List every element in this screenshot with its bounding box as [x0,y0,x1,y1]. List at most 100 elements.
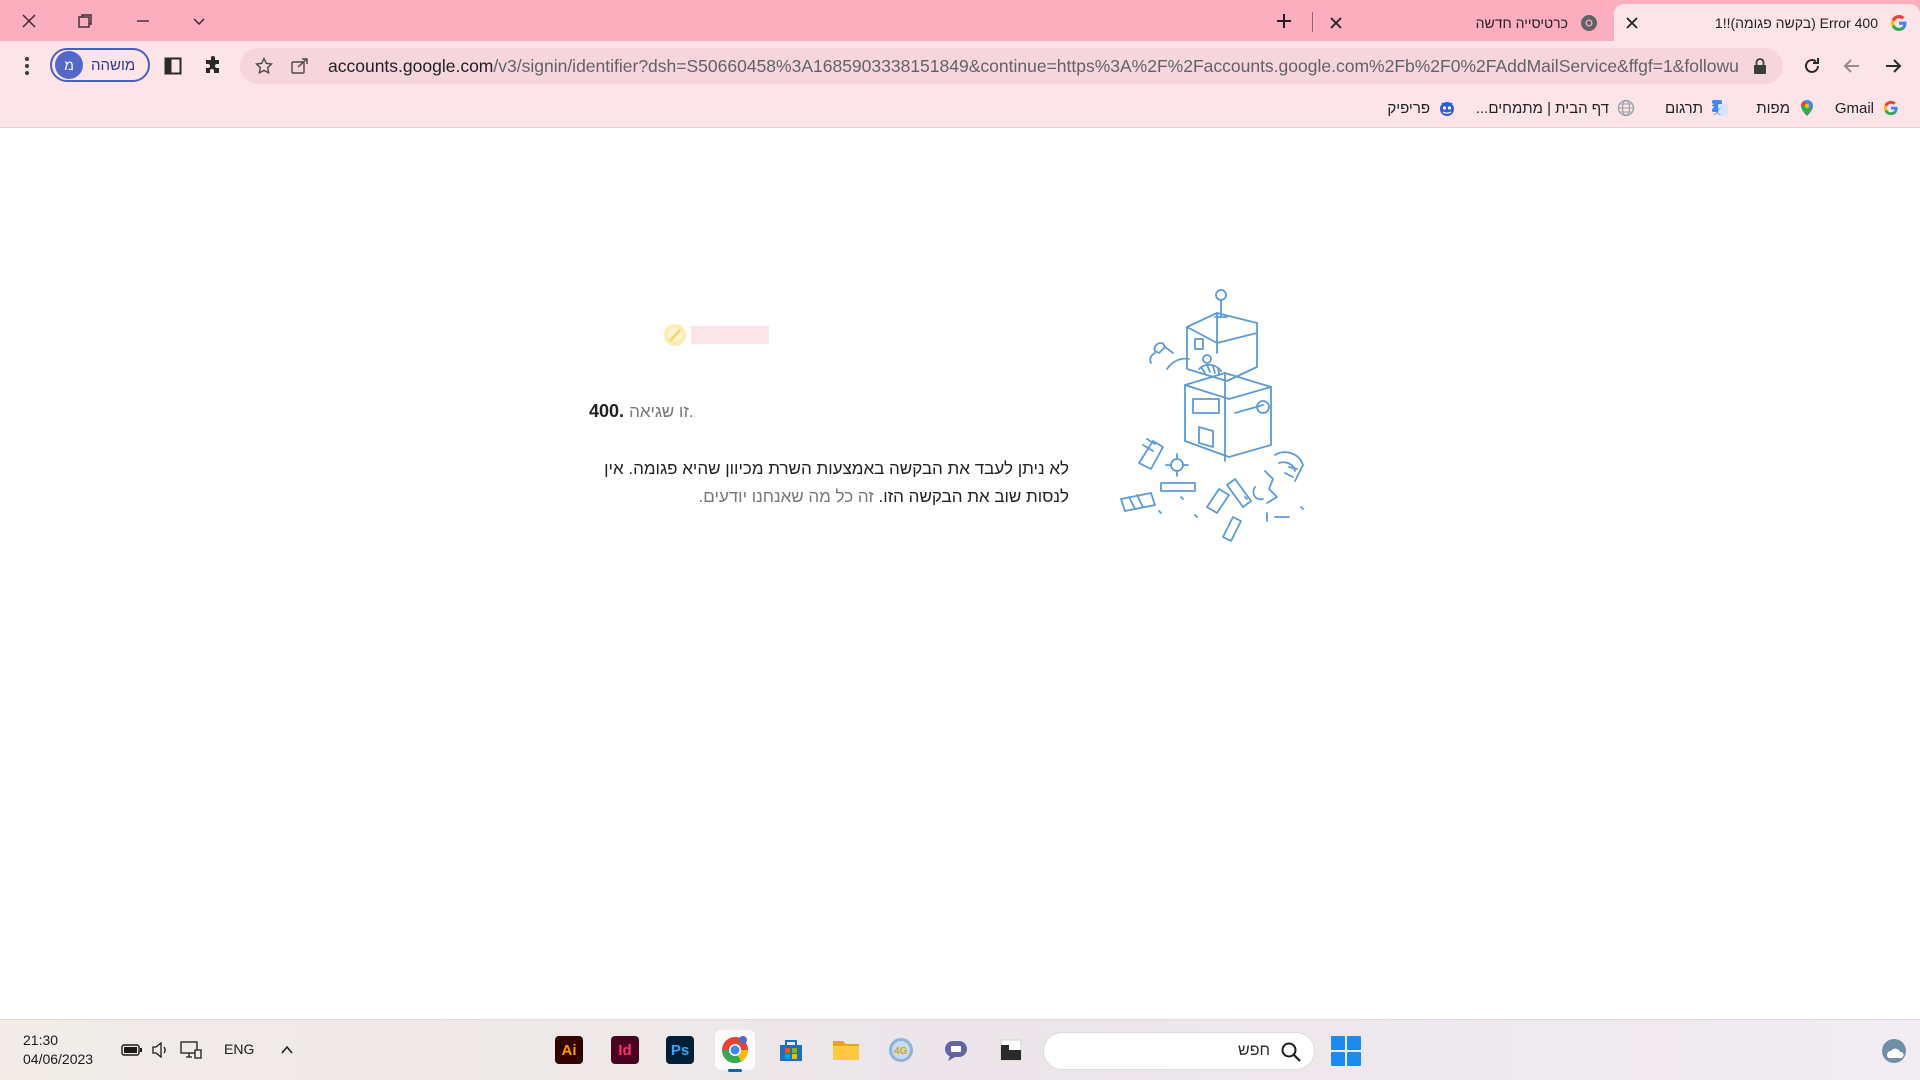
chevron-down-icon [193,17,205,25]
taskbar-app-4g[interactable]: 4G [881,1030,921,1070]
close-tab-icon[interactable] [1326,13,1346,33]
start-tile [1347,1036,1361,1050]
folder-icon [833,1041,859,1060]
error-message-muted: זה כל מה שאנחנו יודעים. [698,487,874,506]
photoshop-icon: Ps [666,1036,694,1064]
bookmark-label: Gmail [1834,99,1874,117]
new-tab-button[interactable] [1259,0,1309,41]
svg-text:4G: 4G [894,1046,908,1057]
chevron-up-icon [281,1045,293,1054]
translate-icon: G文 [1711,99,1729,117]
profile-chip[interactable]: מ מושהה [50,48,150,82]
url-host: accounts.google.com [328,56,494,76]
error-label: זו שגיאה. [629,402,694,421]
taskbar-app-window[interactable] [991,1030,1031,1070]
close-window-button[interactable] [4,0,54,41]
share-icon[interactable] [290,56,310,76]
url-text: accounts.google.com/v3/signin/identifier… [328,56,1738,77]
chrome-icon [721,1036,749,1064]
extensions-button[interactable] [196,49,230,83]
error-message: לא ניתן לעבד את הבקשה באמצעות השרת מכיוו… [589,455,1069,511]
window-app-icon [1000,1039,1022,1061]
google-icon [1882,99,1900,117]
taskbar-app-file-explorer[interactable] [826,1030,866,1070]
tab-strip: כרטיסייה חדשה Error 400 (בקשה פגומה)!!1 [0,0,1920,41]
system-clock[interactable]: 21:30 04/06/2023 [23,1031,93,1069]
tab-error-400[interactable]: Error 400 (בקשה פגומה)!!1 [1614,4,1920,41]
network-icon[interactable] [179,1038,203,1062]
close-icon [22,13,36,28]
bookmark-label: תרגום [1664,99,1703,117]
chrome-menu-button[interactable] [10,49,44,83]
address-bar[interactable]: accounts.google.com/v3/signin/identifier… [240,48,1783,84]
freepik-icon [1438,99,1456,117]
app-label: Id [618,1041,632,1059]
reload-button[interactable] [1795,49,1829,83]
minimize-icon [137,19,149,22]
search-placeholder: חפש [1238,1042,1270,1059]
taskbar-app-illustrator[interactable]: Ai [549,1030,589,1070]
url-path: /v3/signin/identifier?dsh=S50660458%3A16… [493,56,1738,76]
bookmark-star-icon[interactable] [254,56,274,76]
side-panel-button[interactable] [156,49,190,83]
maps-icon [1798,99,1816,117]
restore-window-button[interactable] [60,0,110,41]
taskbar-app-teams[interactable] [936,1030,976,1070]
tab-separator [1312,12,1313,32]
battery-icon[interactable] [120,1038,144,1062]
error-heading: 400. זו שגיאה. [589,401,694,422]
close-tab-icon[interactable] [1622,13,1642,33]
bookmarks-bar: Gmail מפות G文 תרגום דף הבית | מתמחים... … [0,89,1920,128]
tab-title: Error 400 (בקשה פגומה)!!1 [1714,14,1878,31]
app-label: Ps [670,1041,690,1059]
app-label: Ai [561,1041,577,1059]
chat-icon [945,1041,967,1061]
taskbar-app-store[interactable] [771,1030,811,1070]
svg-text:文: 文 [1713,106,1721,116]
start-tile [1331,1052,1345,1066]
bookmark-home-page[interactable]: דף הבית | מתמחים... [1476,96,1635,120]
restore-icon [78,13,92,28]
weather-widget[interactable] [1880,1037,1908,1065]
volume-icon[interactable] [148,1038,172,1062]
taskbar: 21:30 04/06/2023 ENG Ai Id Ps 4G חפש [0,1019,1920,1080]
forward-button[interactable] [1835,49,1869,83]
input-language[interactable]: ENG [224,1041,254,1057]
broken-robot-illustration [1120,289,1304,542]
google-icon [1890,14,1908,32]
show-hidden-icons-button[interactable] [275,1038,299,1062]
plus-icon [1277,13,1291,28]
start-button[interactable] [1331,1036,1361,1066]
clock-time: 21:30 [23,1032,59,1048]
store-icon [780,1040,802,1061]
bookmark-translate[interactable]: G文 תרגום [1665,96,1729,120]
puzzle-icon [206,56,219,73]
bookmark-gmail[interactable]: Gmail [1835,96,1900,120]
error-code: 400. [589,401,625,421]
taskbar-app-indesign[interactable]: Id [605,1030,645,1070]
profile-label: מושהה [91,56,136,74]
avatar: מ [55,51,83,79]
bookmark-label: דף הבית | מתמחים... [1475,99,1609,117]
more-vert-icon [25,57,29,75]
clock-date: 04/06/2023 [23,1051,94,1067]
start-tile [1331,1036,1345,1050]
back-button[interactable] [1876,49,1910,83]
browser-toolbar: מ מושהה accounts.google.com/v3/signin/id… [0,41,1920,89]
taskbar-app-chrome[interactable] [715,1030,755,1072]
tab-new-tab[interactable]: כרטיסייה חדשה [1318,4,1610,41]
reload-icon [1805,58,1819,73]
taskbar-search[interactable]: חפש [1043,1032,1315,1070]
arrow-left-icon [1843,59,1859,73]
lock-icon[interactable] [1750,56,1770,76]
start-tile [1347,1052,1361,1066]
tab-title: כרטיסייה חדשה [1475,14,1568,31]
bookmark-maps[interactable]: מפות [1756,96,1816,120]
minimize-window-button[interactable] [118,0,168,41]
bookmark-label: פריפיק [1387,99,1430,117]
tab-search-button[interactable] [174,0,224,41]
globe-4g-icon: 4G [889,1038,913,1062]
google-logo [664,324,769,346]
bookmark-freepik[interactable]: פריפיק [1387,96,1456,120]
taskbar-app-photoshop[interactable]: Ps [660,1030,700,1070]
